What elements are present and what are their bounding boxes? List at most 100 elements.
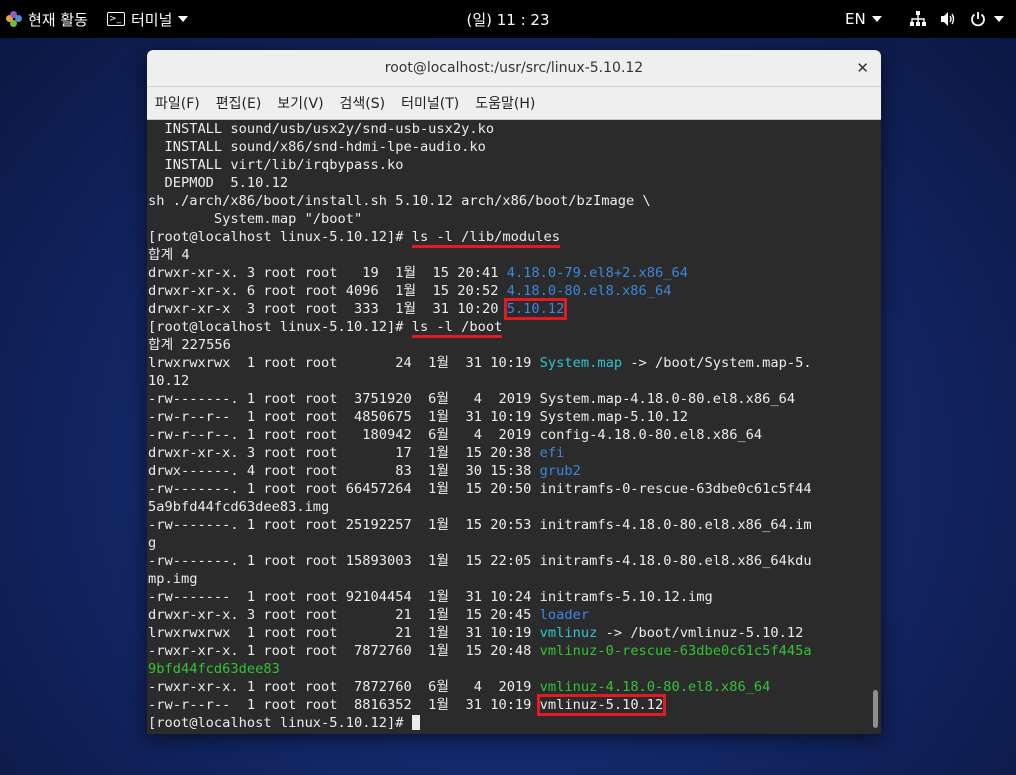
terminal-text: -rw-------. 1 root root 15893003 1월 15 2…: [148, 553, 812, 569]
terminal-green-text: 9bfd44fcd63dee83: [148, 661, 280, 677]
terminal-lines: INSTALL sound/usb/usx2y/snd-usb-usx2y.ko…: [148, 120, 870, 732]
terminal-cyan-text: vmlinuz: [539, 625, 598, 641]
terminal-line: 5a9bfd44fcd63dee83.img: [148, 498, 870, 516]
highlighted-command: ls -l /boot: [411, 319, 503, 338]
terminal-line: [root@localhost linux-5.10.12]# ls -l /b…: [148, 318, 870, 338]
terminal-line: INSTALL sound/x86/snd-hdmi-lpe-audio.ko: [148, 138, 870, 156]
terminal-text: 5a9bfd44fcd63dee83.img: [148, 499, 330, 515]
terminal-line: INSTALL virt/lib/irqbypass.ko: [148, 156, 870, 174]
terminal-line: drwxr-xr-x. 3 root root 19 1월 15 20:41 4…: [148, 264, 870, 282]
highlighted-entry: vmlinuz-5.10.12: [536, 694, 667, 716]
menu-search[interactable]: 검색(S): [332, 93, 394, 113]
terminal-text: mp.img: [148, 571, 198, 587]
terminal-line: DEPMOD 5.10.12: [148, 174, 870, 192]
terminal-text: drwxr-xr-x. 3 root root 17 1월 15 20:38: [148, 445, 540, 461]
terminal-line: -rw-------. 1 root root 66457264 1월 15 2…: [148, 480, 870, 498]
terminal-line: drwx------. 4 root root 83 1월 30 15:38 g…: [148, 462, 870, 480]
highlighted-entry: 5.10.12: [503, 298, 568, 320]
terminal-line: lrwxrwxrwx 1 root root 21 1월 31 10:19 vm…: [148, 624, 870, 642]
terminal-text: [root@localhost linux-5.10.12]#: [148, 319, 412, 335]
menu-view[interactable]: 보기(V): [269, 93, 331, 113]
terminal-output[interactable]: INSTALL sound/usb/usx2y/snd-usb-usx2y.ko…: [147, 120, 881, 734]
terminal-blue-text: 4.18.0-79.el8+2.x86_64: [506, 265, 688, 281]
network-icon: [910, 11, 926, 26]
terminal-line: -rw------- 1 root root 92104454 1월 31 10…: [148, 588, 870, 606]
terminal-line: -rw-r--r--. 1 root root 180942 6월 4 2019…: [148, 426, 870, 444]
terminal-green-text: vmlinuz-0-rescue-63dbe0c61c5f445a: [539, 643, 812, 659]
highlighted-command: ls -l /lib/modules: [411, 229, 561, 248]
terminal-text: [root@localhost linux-5.10.12]#: [148, 715, 412, 731]
terminal-line: mp.img: [148, 570, 870, 588]
terminal-blue-text: 4.18.0-80.el8.x86_64: [506, 283, 672, 299]
terminal-text: -rw-r--r--. 1 root root 180942 6월 4 2019…: [148, 427, 763, 443]
terminal-line: -rw-r--r-- 1 root root 8816352 1월 31 10:…: [148, 694, 870, 716]
terminal-text: sh ./arch/x86/boot/install.sh 5.10.12 ar…: [148, 193, 651, 209]
clock-label: (일) 11 : 23: [466, 10, 550, 29]
terminal-text: DEPMOD 5.10.12: [148, 175, 289, 191]
terminal-line: 9bfd44fcd63dee83: [148, 660, 870, 678]
terminal-blue-text: grub2: [539, 463, 581, 479]
terminal-line: drwxr-xr-x. 3 root root 21 1월 15 20:45 l…: [148, 606, 870, 624]
terminal-line: -rw-------. 1 root root 15893003 1월 15 2…: [148, 552, 870, 570]
terminal-text: drwxr-xr-x 3 root root 333 1월 31 10:20: [148, 301, 507, 317]
terminal-text: INSTALL virt/lib/irqbypass.ko: [148, 157, 404, 173]
terminal-line: drwxr-xr-x. 6 root root 4096 1월 15 20:52…: [148, 282, 870, 300]
terminal-text: [root@localhost linux-5.10.12]#: [148, 229, 412, 245]
terminal-blue-text: loader: [539, 607, 590, 623]
menu-edit[interactable]: 편집(E): [208, 93, 270, 113]
terminal-text: -rw-r--r-- 1 root root 4850675 1월 31 10:…: [148, 409, 688, 425]
top-bar: 현재 활동 >_ 터미널 (일) 11 : 23 EN: [0, 0, 1016, 38]
language-selector[interactable]: EN: [845, 0, 882, 38]
system-menu[interactable]: [910, 0, 1004, 38]
terminal-text: INSTALL sound/x86/snd-hdmi-lpe-audio.ko: [148, 139, 486, 155]
terminal-text: g: [148, 535, 157, 551]
terminal-text: -rw-------. 1 root root 66457264 1월 15 2…: [148, 481, 812, 497]
terminal-line: 합계 227556: [148, 336, 870, 354]
terminal-line: g: [148, 534, 870, 552]
close-icon[interactable]: ✕: [856, 59, 869, 77]
chevron-down-icon: [871, 16, 882, 22]
terminal-text: -rw-r--r-- 1 root root 8816352 1월 31 10:…: [148, 697, 540, 713]
chevron-down-icon: [994, 16, 1004, 22]
terminal-line: -rw-------. 1 root root 3751920 6월 4 201…: [148, 390, 870, 408]
terminal-text: 합계 227556: [148, 337, 231, 353]
terminal-text: -rw------- 1 root root 92104454 1월 31 10…: [148, 589, 713, 605]
menu-help[interactable]: 도움말(H): [467, 93, 543, 113]
terminal-text: drwxr-xr-x. 6 root root 4096 1월 15 20:52: [148, 283, 507, 299]
terminal-text: lrwxrwxrwx 1 root root 21 1월 31 10:19: [148, 625, 540, 641]
window-titlebar[interactable]: root@localhost:/usr/src/linux-5.10.12 ✕: [147, 50, 881, 87]
language-label: EN: [845, 10, 866, 28]
terminal-text: INSTALL sound/usb/usx2y/snd-usb-usx2y.ko: [148, 121, 495, 137]
menu-bar: 파일(F) 편집(E) 보기(V) 검색(S) 터미널(T) 도움말(H): [147, 87, 881, 120]
terminal-text: -> /boot/System.map-5.: [622, 355, 812, 371]
terminal-text: drwx------. 4 root root 83 1월 30 15:38: [148, 463, 540, 479]
terminal-text: drwxr-xr-x. 3 root root 21 1월 15 20:45: [148, 607, 540, 623]
menu-file[interactable]: 파일(F): [147, 93, 208, 113]
volume-icon: [941, 12, 955, 26]
terminal-text: System.map "/boot": [148, 211, 363, 227]
terminal-line: INSTALL sound/usb/usx2y/snd-usb-usx2y.ko: [148, 120, 870, 138]
terminal-line: [root@localhost linux-5.10.12]#: [148, 714, 870, 732]
terminal-text: lrwxrwxrwx 1 root root 24 1월 31 10:19: [148, 355, 540, 371]
terminal-line: -rw-------. 1 root root 25192257 1월 15 2…: [148, 516, 870, 534]
terminal-line: 10.12: [148, 372, 870, 390]
terminal-line: drwxr-xr-x 3 root root 333 1월 31 10:20 5…: [148, 298, 870, 320]
terminal-blue-text: efi: [539, 445, 565, 461]
terminal-line: -rw-r--r-- 1 root root 4850675 1월 31 10:…: [148, 408, 870, 426]
terminal-text: 10.12: [148, 373, 190, 389]
scrollbar[interactable]: [873, 690, 878, 728]
terminal-green-text: vmlinuz-4.18.0-80.el8.x86_64: [539, 679, 771, 695]
terminal-cyan-text: System.map: [539, 355, 623, 371]
terminal-window: root@localhost:/usr/src/linux-5.10.12 ✕ …: [147, 50, 881, 734]
terminal-text: 합계 4: [148, 247, 190, 263]
terminal-line: 합계 4: [148, 246, 870, 264]
terminal-text: -rw-------. 1 root root 3751920 6월 4 201…: [148, 391, 796, 407]
terminal-text: -rwxr-xr-x. 1 root root 7872760 6월 4 201…: [148, 679, 540, 695]
power-icon: [971, 12, 985, 27]
terminal-line: -rwxr-xr-x. 1 root root 7872760 1월 15 20…: [148, 642, 870, 660]
terminal-line: drwxr-xr-x. 3 root root 17 1월 15 20:38 e…: [148, 444, 870, 462]
terminal-text: -rw-------. 1 root root 25192257 1월 15 2…: [148, 517, 812, 533]
menu-terminal[interactable]: 터미널(T): [393, 93, 467, 113]
cursor: [411, 715, 420, 730]
terminal-line: lrwxrwxrwx 1 root root 24 1월 31 10:19 Sy…: [148, 354, 870, 372]
